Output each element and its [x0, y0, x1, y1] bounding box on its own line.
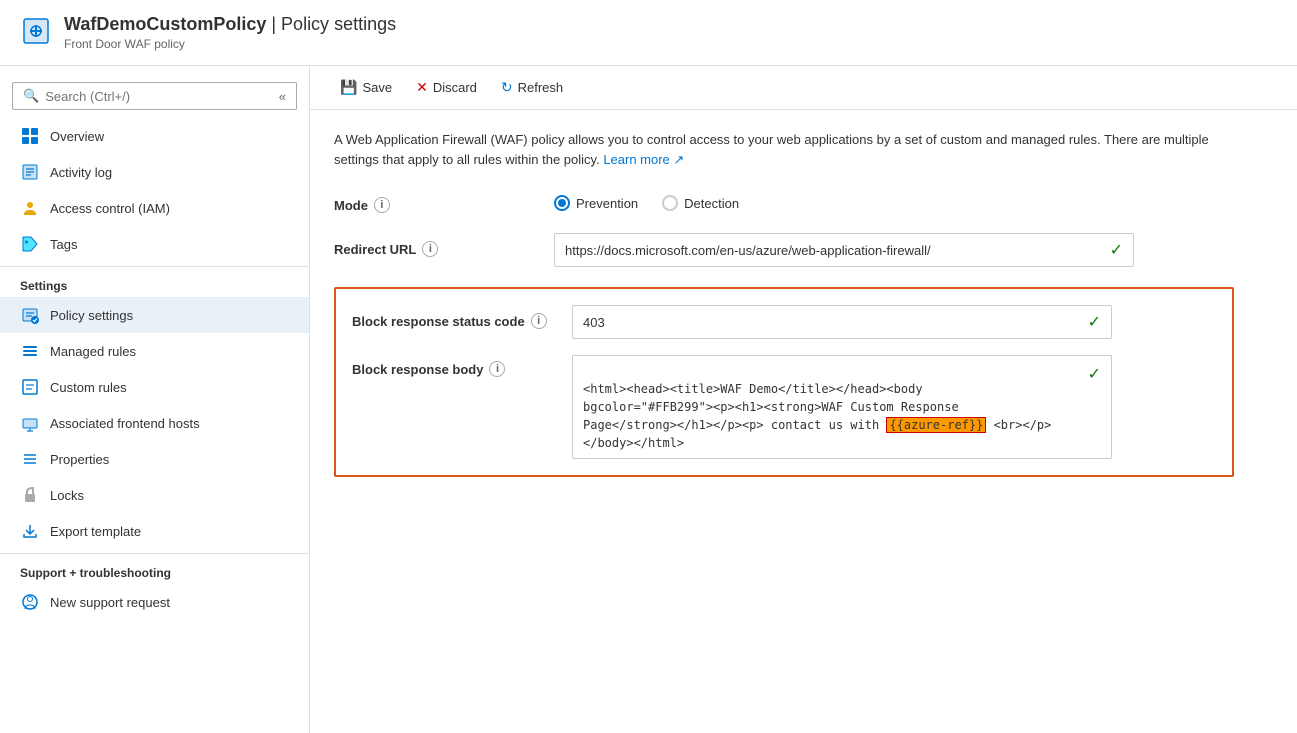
save-label: Save — [362, 80, 392, 95]
sidebar-item-overview[interactable]: Overview — [0, 118, 309, 154]
detection-radio[interactable]: Detection — [662, 195, 739, 211]
policy-settings-label: Policy settings — [50, 308, 133, 323]
iam-label: Access control (IAM) — [50, 201, 170, 216]
description-text: A Web Application Firewall (WAF) policy … — [334, 130, 1234, 169]
collapse-icon[interactable]: « — [279, 89, 286, 104]
properties-icon — [20, 449, 40, 469]
settings-section-header: Settings — [0, 266, 309, 297]
header-icon — [20, 15, 52, 50]
activity-log-label: Activity log — [50, 165, 112, 180]
refresh-button[interactable]: ↻ Refresh — [491, 74, 573, 101]
search-input[interactable] — [45, 89, 225, 104]
export-label: Export template — [50, 524, 141, 539]
sidebar-item-properties[interactable]: Properties — [0, 441, 309, 477]
prevention-radio-circle — [554, 195, 570, 211]
support-label: New support request — [50, 595, 170, 610]
properties-label: Properties — [50, 452, 109, 467]
overview-label: Overview — [50, 129, 104, 144]
header-resource-name: WafDemoCustomPolicy — [64, 14, 266, 34]
detection-radio-circle — [662, 195, 678, 211]
header-subtitle: Front Door WAF policy — [64, 37, 396, 51]
refresh-icon: ↻ — [501, 79, 513, 96]
sidebar-item-tags[interactable]: Tags — [0, 226, 309, 262]
managed-rules-label: Managed rules — [50, 344, 136, 359]
custom-rules-icon — [20, 377, 40, 397]
redirect-url-check-icon: ✓ — [1110, 240, 1123, 260]
detection-label: Detection — [684, 196, 739, 211]
block-body-display: <html><head><title>WAF Demo</title></hea… — [583, 362, 1080, 452]
block-body-info-icon[interactable]: i — [489, 361, 505, 377]
header-separator: | — [266, 14, 281, 34]
header-page-name: Policy settings — [281, 14, 396, 34]
prevention-label: Prevention — [576, 196, 638, 211]
block-body-label: Block response body — [352, 362, 483, 377]
block-body-check-icon: ✓ — [1088, 362, 1101, 384]
policy-settings-icon — [20, 305, 40, 325]
locks-icon — [20, 485, 40, 505]
managed-rules-icon — [20, 341, 40, 361]
associated-frontend-label: Associated frontend hosts — [50, 416, 200, 431]
redirect-url-label: Redirect URL — [334, 242, 416, 257]
sidebar-item-custom-rules[interactable]: Custom rules — [0, 369, 309, 405]
redirect-url-info-icon[interactable]: i — [422, 241, 438, 257]
support-section-header: Support + troubleshooting — [0, 553, 309, 584]
sidebar-item-managed-rules[interactable]: Managed rules — [0, 333, 309, 369]
sidebar-item-locks[interactable]: Locks — [0, 477, 309, 513]
learn-more-link[interactable]: Learn more ↗ — [603, 152, 684, 167]
associated-frontend-icon — [20, 413, 40, 433]
locks-label: Locks — [50, 488, 84, 503]
tags-icon — [20, 234, 40, 254]
block-status-check-icon: ✓ — [1088, 312, 1101, 332]
redirect-url-input[interactable] — [565, 243, 1110, 258]
mode-info-icon[interactable]: i — [374, 197, 390, 213]
mode-label: Mode — [334, 198, 368, 213]
search-icon: 🔍 — [23, 88, 39, 104]
discard-label: Discard — [433, 80, 477, 95]
sidebar-item-associated-frontend[interactable]: Associated frontend hosts — [0, 405, 309, 441]
overview-icon — [20, 126, 40, 146]
support-icon — [20, 592, 40, 612]
sidebar-item-support[interactable]: New support request — [0, 584, 309, 620]
sidebar-item-policy-settings[interactable]: Policy settings — [0, 297, 309, 333]
sidebar-item-iam[interactable]: Access control (IAM) — [0, 190, 309, 226]
refresh-label: Refresh — [518, 80, 564, 95]
custom-rules-label: Custom rules — [50, 380, 127, 395]
discard-button[interactable]: ✕ Discard — [406, 74, 487, 101]
tags-label: Tags — [50, 237, 77, 252]
block-status-input[interactable] — [583, 315, 1088, 330]
save-icon: 💾 — [340, 79, 357, 96]
activity-log-icon — [20, 162, 40, 182]
save-button[interactable]: 💾 Save — [330, 74, 402, 101]
block-status-info-icon[interactable]: i — [531, 313, 547, 329]
block-status-label: Block response status code — [352, 314, 525, 329]
sidebar-item-activity-log[interactable]: Activity log — [0, 154, 309, 190]
sidebar-item-export[interactable]: Export template — [0, 513, 309, 549]
iam-icon — [20, 198, 40, 218]
export-icon — [20, 521, 40, 541]
prevention-radio[interactable]: Prevention — [554, 195, 638, 211]
discard-icon: ✕ — [416, 79, 428, 96]
